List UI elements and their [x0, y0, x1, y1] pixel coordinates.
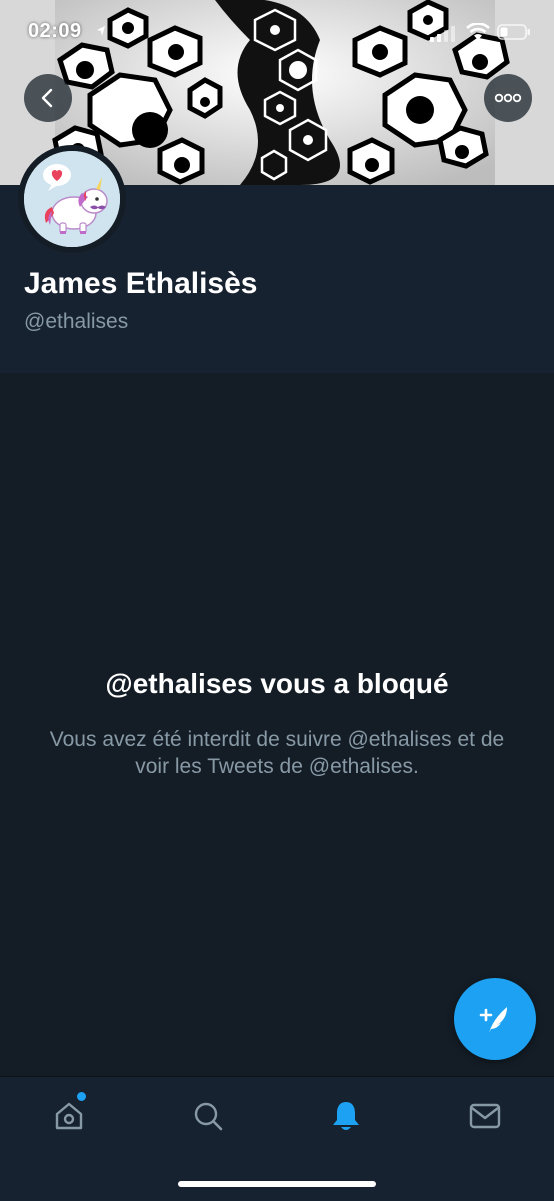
- profile-handle: @ethalises: [24, 310, 129, 333]
- home-icon: [55, 1102, 83, 1130]
- home-notification-dot: [77, 1092, 86, 1101]
- location-arrow-icon: [97, 26, 105, 36]
- bell-icon: [333, 1102, 359, 1130]
- search-icon: [194, 1102, 223, 1131]
- more-options-button[interactable]: [484, 74, 532, 122]
- signal-icon: [430, 26, 455, 42]
- tab-notifications[interactable]: [316, 1093, 376, 1139]
- avatar[interactable]: [18, 145, 126, 253]
- chevron-left-icon: [41, 88, 53, 108]
- blocked-title: @ethalises vous a bloqué: [105, 668, 449, 699]
- compose-tweet-button[interactable]: [454, 978, 536, 1060]
- tab-home[interactable]: [39, 1092, 99, 1139]
- status-time: 02:09: [28, 20, 82, 42]
- back-button[interactable]: [24, 74, 72, 122]
- profile-display-name: James Ethalisès: [24, 267, 258, 300]
- blocked-description: Vous avez été interdit de suivre @ethali…: [49, 728, 505, 778]
- tab-search[interactable]: [178, 1093, 238, 1139]
- wifi-icon: [466, 23, 490, 40]
- status-bar: 02:09: [0, 0, 554, 66]
- more-horizontal-icon: [494, 93, 522, 103]
- tab-messages[interactable]: [455, 1093, 515, 1139]
- compose-tweet-icon: [479, 1007, 507, 1033]
- mail-icon: [469, 1103, 501, 1129]
- unicorn-avatar-image: [24, 151, 120, 247]
- home-indicator[interactable]: [178, 1181, 376, 1187]
- battery-icon: [497, 24, 530, 40]
